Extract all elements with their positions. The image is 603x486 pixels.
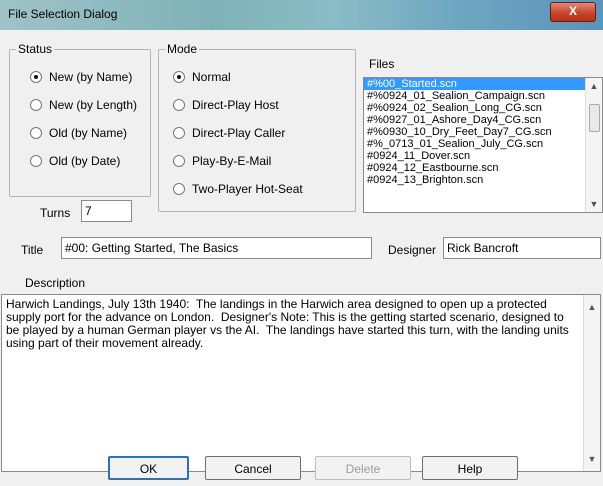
radio-label: New (by Name) <box>49 70 133 84</box>
description-text: Harwich Landings, July 13th 1940: The la… <box>6 297 573 350</box>
radio-icon <box>30 71 42 83</box>
status-group: Status New (by Name) New (by Length) Old… <box>9 42 151 197</box>
radio-label: Old (by Date) <box>49 154 121 168</box>
mode-radio-direct-play-host[interactable]: Direct-Play Host <box>173 98 279 112</box>
radio-label: Two-Player Hot-Seat <box>192 182 303 196</box>
radio-label: Old (by Name) <box>49 126 128 140</box>
list-item[interactable]: #%00_Started.scn <box>364 78 602 90</box>
list-item[interactable]: #%0924_02_Sealion_Long_CG.scn <box>364 102 602 114</box>
mode-radio-play-by-email[interactable]: Play-By-E-Mail <box>173 154 271 168</box>
description-textarea[interactable]: Harwich Landings, July 13th 1940: The la… <box>1 294 601 472</box>
turns-input[interactable] <box>81 200 132 222</box>
list-item[interactable]: #0924_13_Brighton.scn <box>364 174 602 186</box>
title-input[interactable] <box>61 237 372 259</box>
designer-input[interactable] <box>443 237 601 259</box>
status-radio-old-by-name[interactable]: Old (by Name) <box>30 126 127 140</box>
mode-group: Mode Normal Direct-Play Host Direct-Play… <box>158 42 356 212</box>
scroll-thumb[interactable] <box>589 104 600 132</box>
ok-button[interactable]: OK <box>108 456 189 480</box>
files-label: Files <box>369 57 395 71</box>
title-label: Title <box>21 243 44 257</box>
help-button[interactable]: Help <box>422 456 518 480</box>
close-icon: X <box>568 4 577 18</box>
dialog-body: Status New (by Name) New (by Length) Old… <box>1 30 603 486</box>
cancel-button[interactable]: Cancel <box>205 456 301 480</box>
status-radio-old-by-date[interactable]: Old (by Date) <box>30 154 120 168</box>
list-item[interactable]: #0924_12_Eastbourne.scn <box>364 162 602 174</box>
title-bar: File Selection Dialog X <box>0 0 603 30</box>
radio-icon <box>173 71 185 83</box>
radio-icon <box>173 99 185 111</box>
description-scrollbar[interactable]: ▲ ▼ <box>583 295 600 471</box>
scroll-up-icon[interactable]: ▲ <box>586 78 602 94</box>
scroll-down-icon[interactable]: ▼ <box>584 451 600 467</box>
radio-label: Direct-Play Caller <box>192 126 286 140</box>
radio-label: Play-By-E-Mail <box>192 154 272 168</box>
list-item[interactable]: #%0927_01_Ashore_Day4_CG.scn <box>364 114 602 126</box>
delete-button[interactable]: Delete <box>315 456 411 480</box>
files-scrollbar[interactable]: ▲ ▼ <box>585 78 602 212</box>
status-legend: Status <box>16 42 55 56</box>
radio-label: Normal <box>192 70 231 84</box>
list-item[interactable]: #%0930_10_Dry_Feet_Day7_CG.scn <box>364 126 602 138</box>
window-title: File Selection Dialog <box>8 7 118 21</box>
status-radio-new-by-name[interactable]: New (by Name) <box>30 70 132 84</box>
list-item[interactable]: #0924_11_Dover.scn <box>364 150 602 162</box>
mode-legend: Mode <box>165 42 200 56</box>
scroll-up-icon[interactable]: ▲ <box>584 299 600 315</box>
designer-label: Designer <box>388 243 437 257</box>
list-item[interactable]: #%_0713_01_Sealion_July_CG.scn <box>364 138 602 150</box>
turns-label: Turns <box>40 206 71 220</box>
radio-icon <box>30 127 42 139</box>
files-listbox[interactable]: #%00_Started.scn #%0924_01_Sealion_Campa… <box>363 77 603 213</box>
radio-icon <box>173 155 185 167</box>
radio-icon <box>173 127 185 139</box>
radio-icon <box>30 99 42 111</box>
mode-radio-two-player-hot-seat[interactable]: Two-Player Hot-Seat <box>173 182 303 196</box>
radio-label: New (by Length) <box>49 98 138 112</box>
scroll-down-icon[interactable]: ▼ <box>586 196 602 212</box>
status-radio-new-by-length[interactable]: New (by Length) <box>30 98 137 112</box>
mode-radio-normal[interactable]: Normal <box>173 70 231 84</box>
close-button[interactable]: X <box>550 2 596 22</box>
radio-icon <box>173 183 185 195</box>
radio-label: Direct-Play Host <box>192 98 279 112</box>
list-item[interactable]: #%0924_01_Sealion_Campaign.scn <box>364 90 602 102</box>
description-label: Description <box>25 276 86 290</box>
mode-radio-direct-play-caller[interactable]: Direct-Play Caller <box>173 126 285 140</box>
radio-icon <box>30 155 42 167</box>
